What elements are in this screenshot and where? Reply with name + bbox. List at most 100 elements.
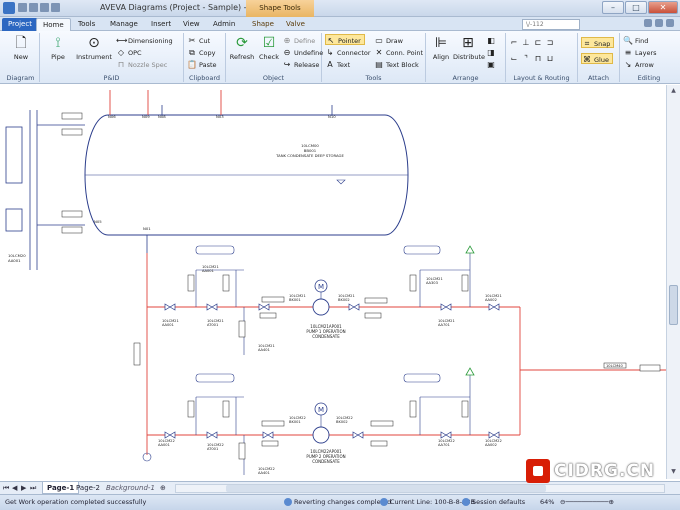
- tab-home[interactable]: Home: [36, 18, 71, 31]
- route-icon-2: ⊥: [522, 38, 530, 47]
- layout-btn-2[interactable]: ⌙ ⌝ ⊓ ⊔: [509, 53, 557, 64]
- tab-shape[interactable]: Shape: [246, 18, 280, 31]
- undefine-button[interactable]: ⊖ Undefine: [282, 47, 324, 58]
- scroll-up-icon[interactable]: ▲: [669, 87, 678, 96]
- tab-tools[interactable]: Tools: [72, 18, 101, 31]
- pipe-button[interactable]: ⟟ Pipe: [44, 35, 72, 61]
- paste-icon: 📋: [187, 60, 197, 69]
- refresh-button[interactable]: ⟳ Refresh: [228, 35, 256, 61]
- prev-page-icon[interactable]: ◀: [12, 484, 17, 492]
- ribbon-right-icons: [644, 19, 674, 27]
- motor2-m-icon: M: [318, 406, 324, 414]
- drawing-canvas[interactable]: 10LCM20 AA001 10LCM00 BB001 TANK CONDENSA…: [0, 85, 666, 479]
- snap-toggle[interactable]: ⌗ Snap: [581, 37, 615, 48]
- conn-point-icon: ✕: [375, 48, 383, 57]
- tab-background-1[interactable]: Background-1: [102, 482, 159, 494]
- info-icon[interactable]: [655, 19, 663, 27]
- draw-button[interactable]: ▭ Draw: [374, 35, 403, 46]
- qat-customize-icon[interactable]: [51, 3, 60, 12]
- ribbon-tab-row: Project Home Tools Manage Insert View Ad…: [0, 17, 680, 31]
- bring-front-icon: ◧: [487, 36, 495, 45]
- help-icon[interactable]: [644, 19, 652, 27]
- release-button[interactable]: ↪ Release: [282, 59, 320, 70]
- find-button[interactable]: 🔍 Find: [623, 35, 648, 46]
- glue-toggle[interactable]: ⌘ Glue: [581, 53, 613, 64]
- first-page-icon[interactable]: ⏮: [3, 484, 9, 493]
- layout-btn-1[interactable]: ⌐ ⊥ ⊏ ⊐: [509, 37, 557, 48]
- scroll-down-icon[interactable]: ▼: [669, 468, 678, 477]
- group-tools: ↖ Pointer ↳ Connector A Text ▭ Draw ✕ Conn. P…: [322, 33, 426, 82]
- copy-icon: ⧉: [189, 48, 195, 57]
- tab-admin[interactable]: Admin: [207, 18, 241, 31]
- pump1-symbol[interactable]: [312, 298, 330, 316]
- horizontal-scroll-thumb[interactable]: [226, 485, 546, 492]
- arrow-button[interactable]: ↘ Arrow: [623, 59, 654, 70]
- pid-diagram[interactable]: 10LCM20 AA001 10LCM00 BB001 TANK CONDENSA…: [0, 85, 666, 479]
- nozzle-spec-button[interactable]: ⊓ Nozzle Spec: [116, 59, 167, 70]
- copy-button[interactable]: ⧉ Copy: [187, 47, 215, 58]
- discharge-header[interactable]: 10LCM40: [519, 307, 666, 435]
- status-zoom[interactable]: 64%: [540, 498, 554, 506]
- zoom-slider[interactable]: ⊖───────────⊕: [560, 498, 614, 506]
- status-bar: Get Work operation completed successfull…: [0, 494, 680, 510]
- save-icon[interactable]: [18, 3, 27, 12]
- check-button[interactable]: ☑ Check: [255, 35, 283, 61]
- watermark-logo-icon: [526, 459, 550, 483]
- last-page-icon[interactable]: ⏭: [30, 484, 36, 493]
- tab-project[interactable]: Project: [2, 18, 38, 31]
- connector-button[interactable]: ↳ Connector: [325, 47, 371, 58]
- new-button[interactable]: 🗋 New: [7, 35, 35, 61]
- text-block-button[interactable]: ▤ Text Block: [374, 59, 419, 70]
- close-button[interactable]: ✕: [648, 1, 678, 14]
- label-10lcm21-aa401: 10LCM21 AA401: [258, 344, 275, 352]
- connector-icon: ↳: [326, 48, 334, 57]
- app-icon[interactable]: [3, 2, 15, 14]
- label-10lcm22-at001: 10LCM22 AT001: [207, 443, 224, 451]
- paste-button[interactable]: 📋 Paste: [187, 59, 217, 70]
- align-icon: ⊫: [434, 35, 448, 51]
- search-input[interactable]: \/-112: [522, 19, 580, 30]
- tab-insert[interactable]: Insert: [145, 18, 177, 31]
- text-button[interactable]: A Text: [325, 59, 350, 70]
- define-button[interactable]: ⊕ Define: [282, 35, 316, 46]
- instrument-button[interactable]: ⊙ Instrument: [76, 35, 112, 61]
- suction-header[interactable]: [133, 253, 148, 455]
- line-tag-right: 10LCM40: [606, 364, 623, 368]
- title-bar: AVEVA Diagrams (Project - Sample) - Pipe…: [0, 0, 680, 17]
- label-10lcm22-bk002: 10LCM22 BK002: [336, 416, 353, 424]
- maximize-button[interactable]: □: [625, 1, 647, 14]
- dimensioning-button[interactable]: ⟷Dimensioning: [116, 35, 173, 46]
- ribbon: 🗋 New Diagram ⟟ Pipe ⊙ Instrument ⟷Dimen…: [0, 31, 680, 84]
- arrange-more-1[interactable]: ◧: [486, 35, 498, 46]
- minimize-button[interactable]: –: [602, 1, 624, 14]
- tab-page-2[interactable]: Page-2: [72, 482, 104, 494]
- pump2-symbol[interactable]: [312, 426, 330, 444]
- pump2-line[interactable]: M 10LCM22AP001 PUMP 2 OPERATION CONDENSA…: [147, 367, 520, 475]
- tab-view[interactable]: View: [177, 18, 206, 31]
- tab-manage[interactable]: Manage: [104, 18, 144, 31]
- redo-icon[interactable]: [40, 3, 49, 12]
- pump1-line[interactable]: M 10LCM21AP001 PUMP 1 OPERATION CONDENSA…: [147, 245, 520, 355]
- add-page-icon[interactable]: ⊕: [160, 484, 166, 492]
- tab-valve[interactable]: Valve: [280, 18, 311, 31]
- status-session[interactable]: Session defaults: [462, 498, 525, 506]
- vertical-scrollbar[interactable]: ▲ ▼: [666, 85, 680, 479]
- next-page-icon[interactable]: ▶: [21, 484, 26, 492]
- vertical-scroll-thumb[interactable]: [669, 285, 678, 325]
- conn-point-button[interactable]: ✕ Conn. Point: [374, 47, 423, 58]
- minimize-ribbon-icon[interactable]: [666, 19, 674, 27]
- route-icon-4: ⊐: [546, 38, 554, 47]
- opc-button[interactable]: ◇ OPC: [116, 47, 142, 58]
- distribute-button[interactable]: ⊞ Distribute: [453, 35, 485, 61]
- nozzle-label-n06: N06: [108, 114, 116, 119]
- align-button[interactable]: ⊫ Align: [427, 35, 455, 61]
- undo-icon[interactable]: [29, 3, 38, 12]
- pointer-button[interactable]: ↖ Pointer: [325, 34, 365, 45]
- left-equipment[interactable]: 10LCM20 AA001: [5, 110, 85, 270]
- arrange-more-2[interactable]: ◨: [486, 47, 498, 58]
- arrange-more-3[interactable]: ▣: [486, 59, 498, 70]
- tank[interactable]: 10LCM00 BB001 TANK CONDENSATE DEEP STORA…: [84, 114, 409, 236]
- layers-button[interactable]: ≡ Layers: [623, 47, 657, 58]
- horizontal-scrollbar[interactable]: [175, 484, 665, 493]
- cut-button[interactable]: ✂ Cut: [187, 35, 211, 46]
